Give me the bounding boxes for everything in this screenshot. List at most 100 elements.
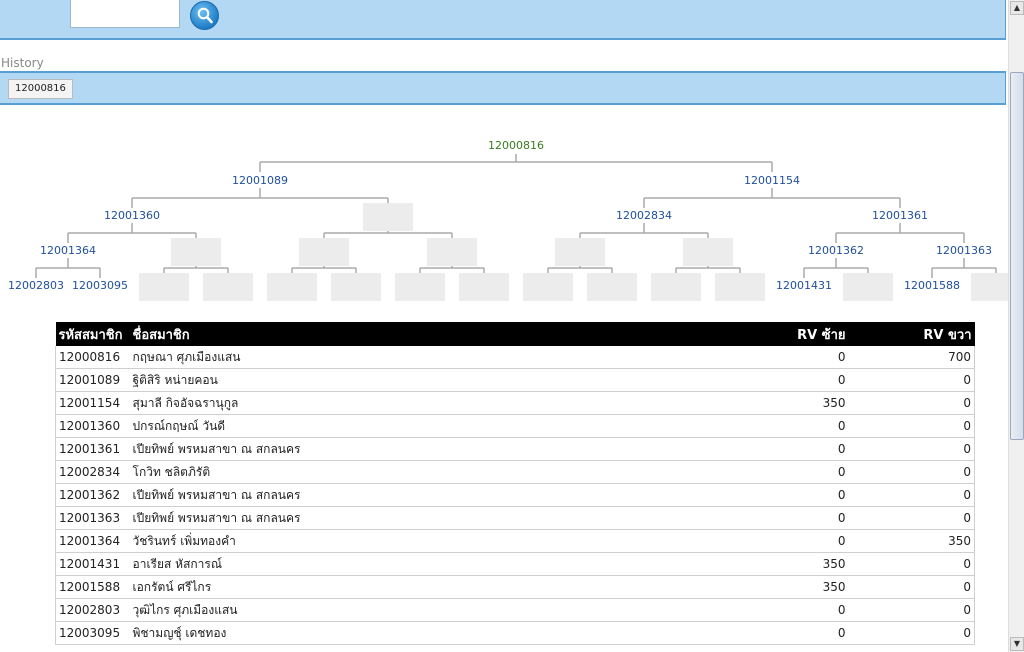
tree-node[interactable]: 12001363	[936, 244, 992, 257]
cell-member-id: 12002834	[55, 460, 130, 484]
table-row: 12001089 ฐิติสิริ หน่ายคอน 0 0	[55, 368, 975, 392]
cell-rv-left: 0	[722, 529, 849, 553]
member-tree: 12000816 12001089 12001154 12001360 1200…	[0, 110, 1008, 320]
empty-node	[587, 273, 637, 301]
table-body: 12000816 กฤษณา ศุภเมืองแสน 0 700 12001089 ฐิต…	[55, 346, 975, 645]
table-row: 12001154 สุมาลี กิจอัจฉรานุกูล 350 0	[55, 391, 975, 415]
cell-member-id: 12001361	[55, 437, 130, 461]
empty-node	[459, 273, 509, 301]
top-search-bar	[0, 0, 1006, 40]
cell-member-name: อาเรียส หัสการณ์	[129, 552, 723, 576]
table-row: 12001361 เปียทิพย์ พรหมสาขา ณ สกลนคร 0 0	[55, 437, 975, 461]
cell-member-name: โกวิท ชลิตภิรัติ	[129, 460, 723, 484]
empty-node	[843, 273, 893, 301]
cell-rv-left: 0	[722, 437, 849, 461]
cell-member-name: เอกรัตน์ ศรีไกร	[129, 575, 723, 599]
empty-node	[363, 203, 413, 231]
col-header-id: รหัสสมาชิก	[55, 322, 130, 346]
cell-rv-right: 0	[848, 552, 975, 576]
empty-node	[715, 273, 765, 301]
empty-node	[267, 273, 317, 301]
tree-node[interactable]: 12001588	[904, 279, 960, 292]
empty-node	[971, 273, 1008, 301]
scroll-up-icon[interactable]: ▲	[1010, 1, 1024, 15]
cell-rv-right: 0	[848, 391, 975, 415]
cell-member-id: 12002803	[55, 598, 130, 622]
cell-member-id: 12001588	[55, 575, 130, 599]
cell-rv-right: 0	[848, 598, 975, 622]
tree-node[interactable]: 12001361	[872, 209, 928, 222]
cell-rv-right: 0	[848, 414, 975, 438]
tree-node[interactable]: 12002803	[8, 279, 64, 292]
cell-rv-left: 0	[722, 368, 849, 392]
member-table: รหัสสมาชิก ชื่อสมาชิก RV ซ้าย RV ขวา 120…	[55, 322, 975, 645]
cell-rv-left: 350	[722, 391, 849, 415]
cell-member-name: ปกรณ์กฤษณ์ วันดี	[129, 414, 723, 438]
tree-node[interactable]: 12001364	[40, 244, 96, 257]
table-row: 12001588 เอกรัตน์ ศรีไกร 350 0	[55, 575, 975, 599]
cell-rv-right: 0	[848, 621, 975, 645]
cell-rv-right: 350	[848, 529, 975, 553]
cell-rv-left: 0	[722, 598, 849, 622]
tree-node[interactable]: 12001362	[808, 244, 864, 257]
empty-node	[331, 273, 381, 301]
cell-rv-right: 0	[848, 483, 975, 507]
cell-member-id: 12001089	[55, 368, 130, 392]
cell-member-id: 12001154	[55, 391, 130, 415]
empty-node	[395, 273, 445, 301]
cell-rv-right: 0	[848, 506, 975, 530]
tree-node-root[interactable]: 12000816	[488, 139, 544, 152]
tree-node[interactable]: 12003095	[72, 279, 128, 292]
empty-node	[203, 273, 253, 301]
table-row: 12001362 เปียทิพย์ พรหมสาขา ณ สกลนคร 0 0	[55, 483, 975, 507]
tree-node[interactable]: 12001154	[744, 174, 800, 187]
cell-rv-left: 0	[722, 460, 849, 484]
member-table-container: รหัสสมาชิก ชื่อสมาชิก RV ซ้าย RV ขวา 120…	[55, 322, 975, 645]
tree-node[interactable]: 12001089	[232, 174, 288, 187]
vertical-scrollbar[interactable]: ▲ ▼	[1008, 0, 1024, 652]
empty-node	[555, 238, 605, 266]
cell-rv-left: 0	[722, 506, 849, 530]
table-row: 12003095 พิชามญชุ์ เดชทอง 0 0	[55, 621, 975, 645]
table-row: 12002803 วุฒิไกร ศุภเมืองแสน 0 0	[55, 598, 975, 622]
cell-rv-left: 0	[722, 346, 849, 369]
cell-member-id: 12001360	[55, 414, 130, 438]
cell-rv-left: 0	[722, 621, 849, 645]
search-button[interactable]	[190, 1, 219, 30]
table-header-row: รหัสสมาชิก ชื่อสมาชิก RV ซ้าย RV ขวา	[55, 322, 975, 346]
cell-member-id: 12003095	[55, 621, 130, 645]
tree-node[interactable]: 12001360	[104, 209, 160, 222]
history-bar: 12000816	[0, 71, 1006, 105]
empty-node	[139, 273, 189, 301]
cell-member-name: สุมาลี กิจอัจฉรานุกูล	[129, 391, 723, 415]
empty-node	[299, 238, 349, 266]
tree-node[interactable]: 12002834	[616, 209, 672, 222]
cell-rv-left: 350	[722, 575, 849, 599]
col-header-name: ชื่อสมาชิก	[129, 322, 723, 346]
search-input[interactable]	[70, 0, 180, 28]
cell-member-name: วัชรินทร์ เพิ่มทองคำ	[129, 529, 723, 553]
table-row: 12000816 กฤษณา ศุภเมืองแสน 0 700	[55, 346, 975, 369]
cell-rv-left: 0	[722, 414, 849, 438]
empty-node	[651, 273, 701, 301]
history-label: History	[1, 56, 44, 70]
cell-rv-left: 350	[722, 552, 849, 576]
table-row: 12002834 โกวิท ชลิตภิรัติ 0 0	[55, 460, 975, 484]
empty-node	[523, 273, 573, 301]
cell-member-id: 12000816	[55, 346, 130, 369]
scroll-down-icon[interactable]: ▼	[1010, 637, 1024, 651]
cell-member-name: เปียทิพย์ พรหมสาขา ณ สกลนคร	[129, 506, 723, 530]
cell-member-id: 12001364	[55, 529, 130, 553]
cell-member-name: เปียทิพย์ พรหมสาขา ณ สกลนคร	[129, 483, 723, 507]
cell-member-name: ฐิติสิริ หน่ายคอน	[129, 368, 723, 392]
history-item[interactable]: 12000816	[8, 79, 73, 99]
tree-node[interactable]: 12001431	[776, 279, 832, 292]
search-icon	[197, 7, 213, 24]
scroll-thumb[interactable]	[1010, 72, 1024, 440]
cell-rv-left: 0	[722, 483, 849, 507]
col-header-rv-left: RV ซ้าย	[722, 322, 849, 346]
col-header-rv-right: RV ขวา	[848, 322, 975, 346]
cell-member-name: วุฒิไกร ศุภเมืองแสน	[129, 598, 723, 622]
cell-rv-right: 0	[848, 460, 975, 484]
table-row: 12001431 อาเรียส หัสการณ์ 350 0	[55, 552, 975, 576]
